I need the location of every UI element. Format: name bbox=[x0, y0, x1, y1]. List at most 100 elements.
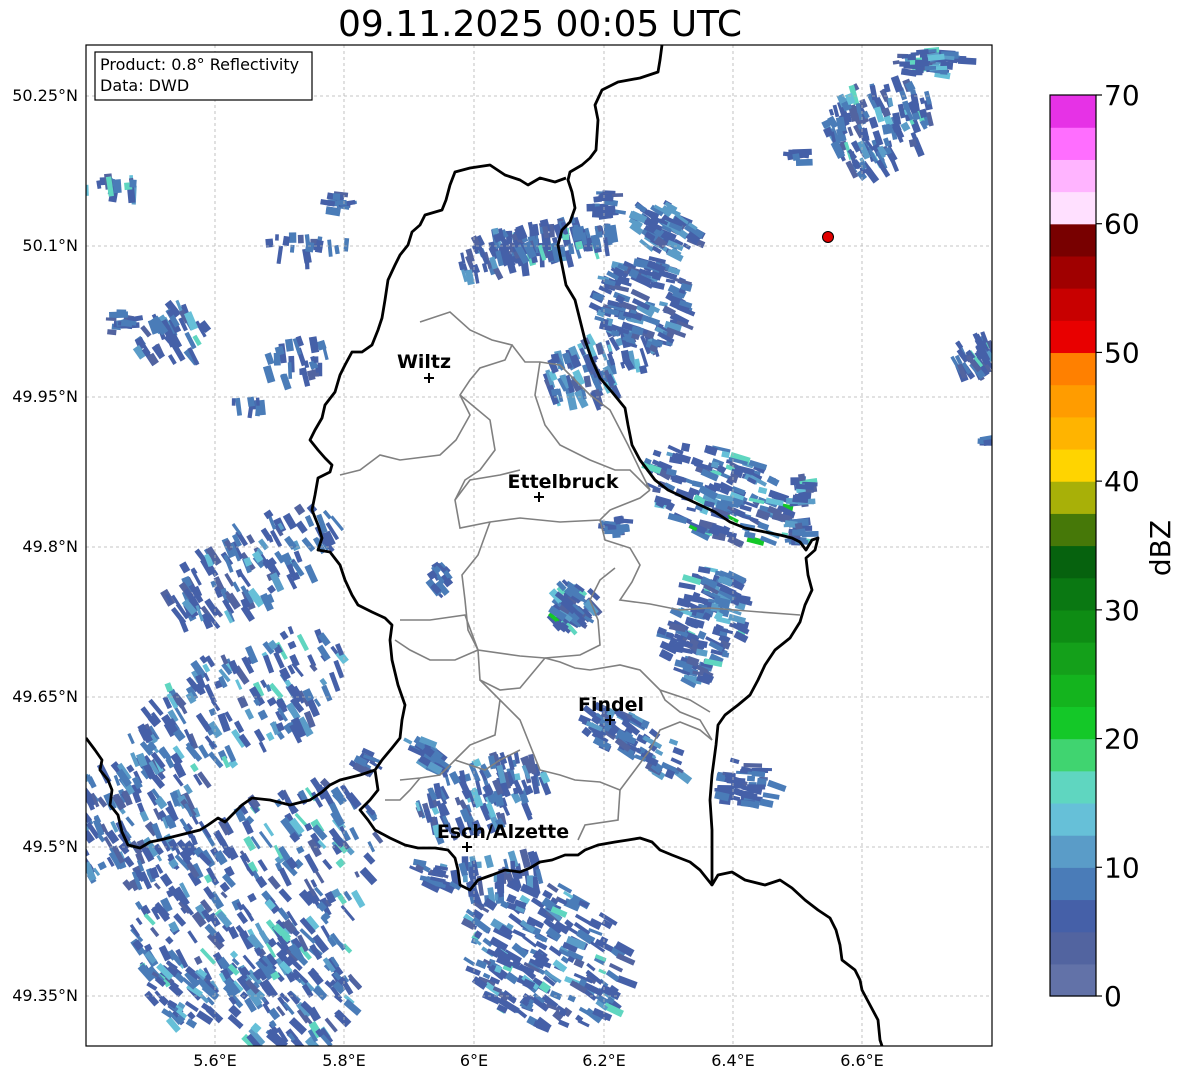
echo-cell bbox=[313, 356, 319, 363]
colorbar-cell bbox=[1050, 770, 1096, 804]
echo-cell bbox=[43, 183, 50, 203]
city-label-ettelbruck: Ettelbruck bbox=[508, 471, 619, 493]
colorbar-ticks: 0 10 20 30 40 50 60 70 bbox=[1096, 79, 1140, 1013]
lon-label: 5.8°E bbox=[322, 1051, 366, 1070]
colorbar-unit-label: dBZ bbox=[1144, 520, 1177, 576]
echo-cell bbox=[76, 186, 82, 193]
lat-label: 49.65°N bbox=[12, 687, 78, 706]
colorbar: 0 10 20 30 40 50 60 70 dBZ bbox=[1049, 79, 1177, 1013]
colorbar-cell bbox=[1050, 835, 1096, 868]
radar-site-marker bbox=[822, 231, 834, 243]
echo-cell bbox=[794, 522, 803, 530]
lat-label: 49.5°N bbox=[22, 837, 78, 856]
lat-label: 50.25°N bbox=[12, 86, 78, 105]
echo-cell bbox=[497, 874, 505, 894]
colorbar-cell bbox=[1050, 352, 1096, 386]
colorbar-cell bbox=[1050, 255, 1096, 289]
colorbar-cell bbox=[1050, 545, 1096, 579]
echo-cell bbox=[71, 801, 81, 811]
lon-label: 6.2°E bbox=[582, 1051, 626, 1070]
echo-cell bbox=[66, 803, 74, 812]
echo-cell bbox=[74, 173, 82, 191]
echo-cell bbox=[61, 177, 67, 197]
echo-cell bbox=[255, 397, 260, 406]
colorbar-cell bbox=[1050, 384, 1096, 418]
colorbar-tick-label: 10 bbox=[1104, 851, 1140, 884]
echo-cell bbox=[510, 860, 516, 871]
colorbar-tick-label: 50 bbox=[1104, 336, 1140, 369]
radar-map: Wiltz Ettelbruck Findel Esch/Alzette Pro… bbox=[12, 44, 1177, 1070]
echo-cell bbox=[112, 179, 122, 194]
colorbar-cells bbox=[1050, 95, 1096, 997]
lon-label: 6°E bbox=[460, 1051, 488, 1070]
colorbar-cell bbox=[1050, 448, 1096, 482]
echo-cell bbox=[37, 181, 42, 188]
echo-cell bbox=[73, 189, 80, 207]
echo-cell bbox=[551, 388, 559, 396]
echo-cell bbox=[761, 767, 772, 772]
echo-cell bbox=[297, 234, 304, 244]
echo-cell bbox=[287, 362, 293, 379]
echo-cell bbox=[792, 495, 809, 504]
colorbar-cell bbox=[1050, 577, 1096, 611]
echo-cell bbox=[67, 800, 75, 808]
colorbar-cell bbox=[1050, 513, 1096, 547]
echo-cell bbox=[614, 515, 624, 525]
echo-cell bbox=[105, 317, 117, 322]
echo-cell bbox=[792, 529, 806, 536]
echo-cell bbox=[107, 329, 117, 336]
echo-cell bbox=[51, 175, 59, 195]
echo-cell bbox=[743, 763, 763, 768]
colorbar-cell bbox=[1050, 963, 1096, 997]
colorbar-cell bbox=[1050, 288, 1096, 321]
echo-cell bbox=[571, 227, 582, 241]
echo-cell bbox=[957, 57, 977, 65]
lat-label: 49.95°N bbox=[12, 387, 78, 406]
echo-cell bbox=[747, 784, 766, 790]
colorbar-cell bbox=[1050, 642, 1096, 675]
echo-cell bbox=[332, 193, 341, 201]
echo-cell bbox=[746, 775, 756, 782]
longitude-axis: 5.6°E 5.8°E 6°E 6.2°E 6.4°E 6.6°E bbox=[193, 1051, 884, 1070]
colorbar-tick-label: 40 bbox=[1104, 465, 1140, 498]
city-label-esch-alzette: Esch/Alzette bbox=[437, 821, 569, 843]
echo-cell bbox=[67, 176, 72, 187]
colorbar-tick-label: 70 bbox=[1104, 79, 1140, 112]
echo-cell bbox=[65, 797, 75, 808]
echo-cell bbox=[339, 199, 347, 206]
lon-label: 6.6°E bbox=[840, 1051, 884, 1070]
colorbar-cell bbox=[1050, 481, 1096, 514]
colorbar-cell bbox=[1050, 802, 1096, 836]
city-label-wiltz: Wiltz bbox=[397, 351, 451, 373]
colorbar-cell bbox=[1050, 95, 1096, 128]
lon-label: 5.6°E bbox=[193, 1051, 237, 1070]
city-label-findel: Findel bbox=[578, 694, 644, 716]
echo-cell bbox=[72, 183, 77, 193]
echo-cell bbox=[740, 790, 754, 797]
echo-cell bbox=[288, 232, 297, 243]
echo-cell bbox=[48, 185, 54, 198]
echo-cell bbox=[73, 791, 85, 805]
colorbar-cell bbox=[1050, 674, 1096, 707]
latitude-axis: 50.25°N 50.1°N 49.95°N 49.8°N 49.65°N 49… bbox=[12, 86, 78, 1005]
lat-label: 50.1°N bbox=[22, 236, 78, 255]
echo-cell bbox=[738, 777, 746, 784]
echo-cell bbox=[305, 241, 315, 253]
echo-cell bbox=[129, 179, 137, 188]
colorbar-cell bbox=[1050, 931, 1096, 965]
colorbar-cell bbox=[1050, 899, 1096, 933]
echo-cell bbox=[599, 193, 613, 202]
colorbar-cell bbox=[1050, 191, 1096, 225]
info-box: Product: 0.8° Reflectivity Data: DWD bbox=[94, 51, 313, 101]
echo-cell bbox=[469, 866, 478, 877]
echo-cell bbox=[792, 153, 801, 162]
colorbar-cell bbox=[1050, 159, 1096, 193]
lat-label: 49.8°N bbox=[22, 537, 78, 556]
echo-cell bbox=[936, 65, 948, 71]
info-data-source: Data: DWD bbox=[100, 76, 189, 95]
map-area bbox=[86, 45, 992, 1046]
echo-cell bbox=[943, 55, 955, 61]
colorbar-tick-label: 20 bbox=[1104, 723, 1140, 756]
echo-cell bbox=[680, 442, 691, 452]
echo-cell bbox=[275, 234, 279, 241]
